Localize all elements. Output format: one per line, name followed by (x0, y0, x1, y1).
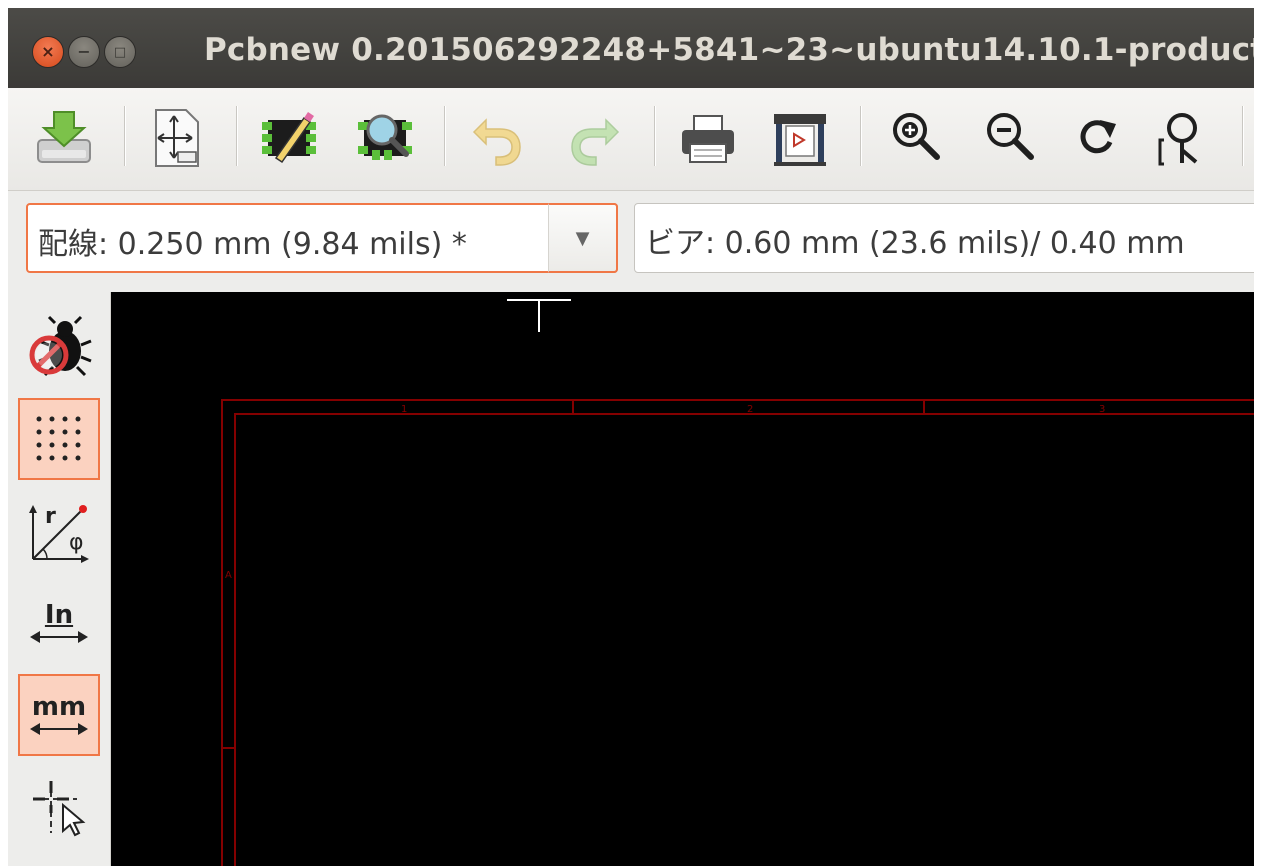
chevron-down-icon: ▼ (575, 227, 590, 249)
frame-column-label: 2 (747, 404, 753, 415)
board-canvas[interactable]: 1 2 3 A (111, 292, 1254, 866)
via-size-combobox[interactable]: ビア: 0.60 mm (23.6 mils)/ 0.40 mm (634, 203, 1254, 273)
footprint-viewer-button[interactable] (350, 102, 422, 174)
show-grid-button[interactable] (18, 398, 100, 480)
track-width-value: 配線: 0.250 mm (9.84 mils) * (38, 227, 467, 262)
main-toolbar (8, 88, 1254, 191)
zoom-fit-button[interactable] (1148, 102, 1220, 174)
frame-column-label: 1 (401, 404, 407, 415)
units-mm-button[interactable]: mm (18, 674, 100, 756)
selector-bar: 配線: 0.250 mm (9.84 mils) * ▼ ビア: 0.60 mm… (8, 191, 1254, 291)
toolbar-separator (236, 106, 237, 166)
undo-button[interactable] (462, 102, 534, 174)
crosshair-cursor (507, 299, 571, 332)
maximize-window-button[interactable]: □ (104, 36, 136, 68)
cursor-shape-button[interactable] (18, 766, 100, 848)
toolbar-separator (124, 106, 125, 166)
pcbnew-window: × − □ Pcbnew 0.201506292248+5841~23~ubun… (8, 8, 1254, 866)
close-icon: × (41, 42, 55, 61)
page-settings-button[interactable] (140, 102, 212, 174)
units-mm-icon: mm (28, 693, 90, 737)
window-title: Pcbnew 0.201506292248+5841~23~ubuntu14.1… (204, 32, 1254, 68)
cursor-crosshair-icon (33, 781, 86, 837)
title-bar: × − □ Pcbnew 0.201506292248+5841~23~ubun… (8, 8, 1254, 88)
drc-off-button[interactable] (18, 306, 100, 388)
zoom-out-button[interactable] (974, 102, 1046, 174)
toolbar-separator (654, 106, 655, 166)
frame-row-label: A (225, 570, 232, 581)
toolbar-separator (860, 106, 861, 166)
grid-icon (36, 416, 81, 461)
redo-icon (571, 118, 620, 166)
zoom-fit-icon (1158, 113, 1198, 166)
save-board-button[interactable] (28, 102, 100, 174)
plot-button[interactable] (764, 102, 836, 174)
units-mm-label: mm (31, 692, 87, 722)
frame-column-label: 3 (1099, 404, 1105, 415)
footprint-editor-button[interactable] (254, 102, 326, 174)
double-arrow-icon (30, 723, 88, 735)
page-settings-icon (155, 109, 199, 167)
units-inch-icon: In (28, 601, 90, 645)
print-button[interactable] (672, 102, 744, 174)
close-window-button[interactable]: × (32, 36, 64, 68)
zoom-in-icon (893, 113, 940, 160)
maximize-icon: □ (113, 44, 127, 60)
track-width-combobox[interactable]: 配線: 0.250 mm (9.84 mils) * (26, 203, 618, 273)
save-icon (37, 111, 91, 163)
polar-r-label: r (45, 504, 56, 529)
page-frame: 1 2 3 A (221, 299, 1254, 866)
redraw-button[interactable] (1062, 102, 1134, 174)
minimize-icon: − (77, 42, 91, 61)
footprint-editor-icon (262, 112, 316, 164)
toolbar-separator (444, 106, 445, 166)
track-width-dropdown-button[interactable]: ▼ (548, 203, 618, 273)
polar-coordinates-button[interactable]: r φ (18, 490, 100, 572)
print-icon (682, 115, 734, 163)
minimize-window-button[interactable]: − (68, 36, 100, 68)
polar-coordinates-icon: r φ (29, 504, 89, 563)
undo-icon (472, 118, 521, 166)
units-inch-button[interactable]: In (18, 582, 100, 664)
redraw-icon (1080, 120, 1116, 154)
units-inch-label: In (44, 600, 74, 630)
drc-off-icon (29, 315, 92, 377)
footprint-viewer-icon (358, 114, 412, 160)
frame-inner-border (234, 413, 1254, 866)
plot-icon (774, 114, 826, 166)
double-arrow-icon (30, 631, 88, 643)
left-toolbar: r φ In mm (8, 292, 111, 866)
frame-outer-border (221, 399, 1254, 866)
redo-button[interactable] (558, 102, 630, 174)
via-size-value: ビア: 0.60 mm (23.6 mils)/ 0.40 mm (645, 226, 1185, 261)
polar-phi-label: φ (69, 530, 84, 555)
zoom-out-icon (987, 113, 1034, 160)
zoom-in-button[interactable] (880, 102, 952, 174)
toolbar-separator (1242, 106, 1243, 166)
